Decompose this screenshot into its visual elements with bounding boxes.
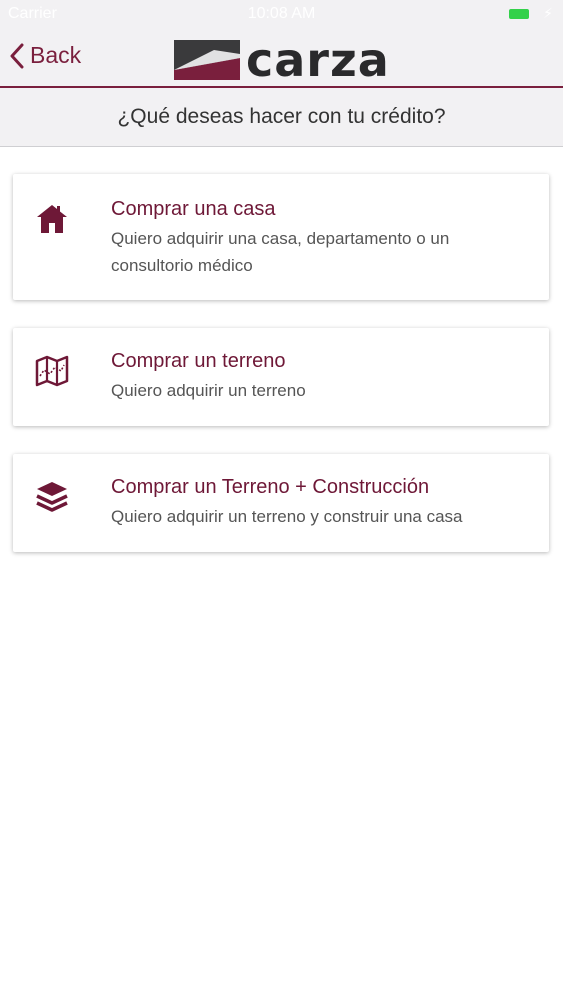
chevron-left-icon [10,43,24,68]
house-icon [37,205,67,233]
status-time: 10:08 AM [247,5,316,22]
logo-text: carza [246,33,390,87]
battery-icon [509,9,529,19]
charging-icon: ⚡ [543,5,553,21]
back-label: Back [30,42,82,68]
option-description: Quiero adquirir un terreno y construir u… [111,507,463,526]
page-question: ¿Qué deseas hacer con tu crédito? [117,105,446,128]
carza-logo: carza [174,33,390,87]
option-title: Comprar un Terreno + Construcción [111,476,430,498]
status-bar: Carrier 10:08 AM ⚡ [0,0,563,30]
option-comprar-terreno[interactable]: Comprar un terreno Quiero adquirir un te… [13,328,549,426]
nav-bar: Back carza [0,30,563,88]
option-description: Quiero adquirir un terreno [111,381,306,400]
option-title: Comprar un terreno [111,350,286,372]
logo-roof-icon [174,40,240,80]
back-button[interactable]: Back [10,42,81,69]
map-icon [35,355,69,387]
layers-icon [36,482,68,512]
option-comprar-casa[interactable]: Comprar una casa Quiero adquirir una cas… [13,174,549,300]
option-terreno-construccion[interactable]: Comprar un Terreno + Construcción Quiero… [13,454,549,552]
page-header: ¿Qué deseas hacer con tu crédito? [0,88,563,147]
option-description: Quiero adquirir una casa, departamento o… [111,229,450,275]
option-title: Comprar una casa [111,198,276,220]
